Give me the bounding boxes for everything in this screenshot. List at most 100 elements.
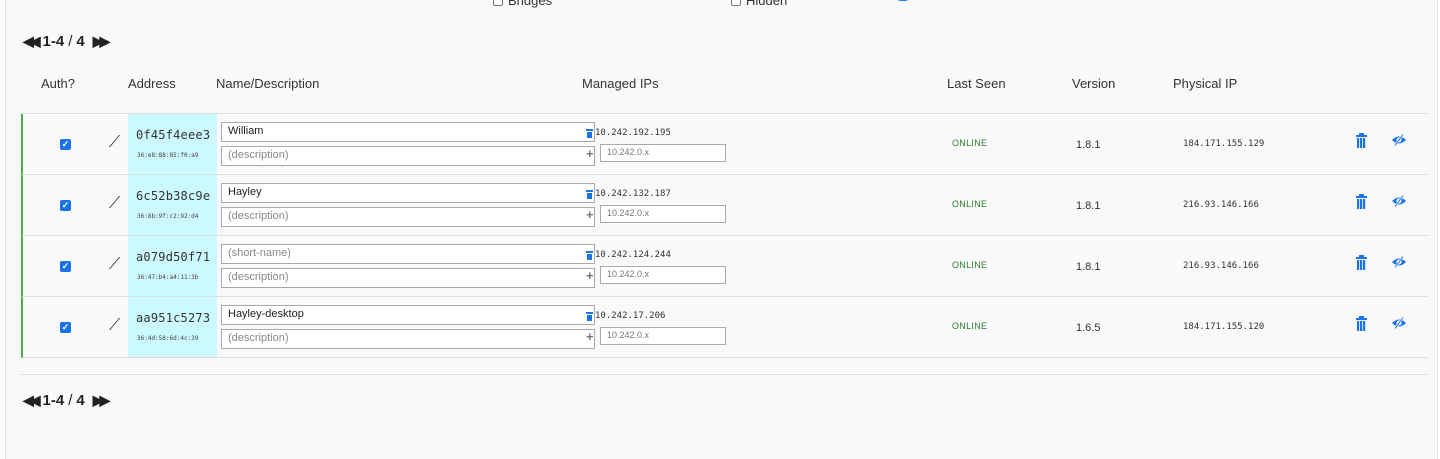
remove-ip-trash-icon[interactable] [586, 189, 593, 199]
member-description-input[interactable]: (description) [221, 329, 595, 349]
mac-address: 36:e8:88:85:f0:a9 [137, 152, 199, 159]
bridges-filter[interactable]: Bridges [493, 0, 552, 8]
member-row: ✓ ⟋ 6c52b38c9e 36:8b:9f:c2:92:d4 Hayley … [21, 175, 1428, 236]
last-seen-status: ONLINE [952, 260, 988, 270]
auth-checkbox[interactable]: ✓ [60, 200, 71, 211]
wrench-icon[interactable]: ⟋ [109, 134, 120, 152]
delete-member-trash-icon[interactable] [1356, 133, 1367, 149]
remove-ip-trash-icon[interactable] [586, 250, 593, 260]
delete-member-trash-icon[interactable] [1356, 255, 1367, 271]
page-total: 4 [76, 392, 85, 409]
hidden-label: Hidden [746, 0, 788, 8]
last-seen-status: ONLINE [952, 321, 988, 331]
member-filters: Bridges Hidden 0 [6, 0, 1437, 8]
column-name[interactable]: Name/Description [216, 76, 319, 91]
remove-ip-trash-icon[interactable] [586, 311, 593, 321]
footer-divider [21, 374, 1428, 375]
member-row: ✓ ⟋ a079d50f71 36:47:b4:a4:11:3b (short-… [21, 236, 1428, 297]
delete-member-trash-icon[interactable] [1356, 316, 1367, 332]
physical-ip: 184.171.155.129 [1183, 139, 1265, 149]
hide-member-eye-slash-icon[interactable] [1391, 256, 1407, 268]
client-version: 1.8.1 [1076, 200, 1101, 212]
member-description-input[interactable]: (description) [221, 268, 595, 288]
auth-checkbox[interactable]: ✓ [60, 261, 71, 272]
address-cell: a079d50f71 36:47:b4:a4:11:3b [128, 236, 217, 296]
node-id: 0f45f4eee3 [136, 128, 211, 142]
next-page-icon[interactable]: ▶▶ [93, 392, 110, 409]
hidden-count-badge: 0 [895, 0, 911, 1]
managed-ip-value: 10.242.132.187 [595, 189, 671, 199]
member-name-input[interactable]: William [221, 122, 595, 142]
member-row: ✓ ⟋ aa951c5273 36:4d:58:6d:4c:39 Hayley-… [21, 297, 1428, 358]
page-separator: / [68, 392, 73, 409]
add-ip-plus-icon[interactable]: + [586, 268, 594, 283]
hidden-filter[interactable]: Hidden [731, 0, 787, 8]
add-ip-input[interactable]: 10.242.0.x [600, 327, 726, 345]
column-physical-ip[interactable]: Physical IP [1173, 76, 1237, 91]
add-ip-input[interactable]: 10.242.0.x [600, 205, 726, 223]
member-description-input[interactable]: (description) [221, 146, 595, 166]
mac-address: 36:8b:9f:c2:92:d4 [137, 213, 199, 220]
member-name-input[interactable]: (short-name) [221, 244, 595, 264]
column-managed-ips[interactable]: Managed IPs [582, 76, 659, 91]
managed-ip: 10.242.192.195 [586, 128, 671, 138]
remove-ip-trash-icon[interactable] [586, 128, 593, 138]
address-cell: aa951c5273 36:4d:58:6d:4c:39 [128, 297, 217, 357]
wrench-icon[interactable]: ⟋ [109, 195, 120, 213]
column-last-seen[interactable]: Last Seen [947, 76, 1006, 91]
client-version: 1.6.5 [1076, 322, 1101, 334]
client-version: 1.8.1 [1076, 139, 1101, 151]
bridges-checkbox[interactable] [493, 0, 503, 6]
column-address[interactable]: Address [128, 76, 176, 91]
prev-page-icon[interactable]: ◀◀ [23, 33, 40, 50]
managed-ip-value: 10.242.17.206 [595, 311, 666, 321]
last-seen-status: ONLINE [952, 138, 988, 148]
page-separator: / [68, 33, 73, 50]
hide-member-eye-slash-icon[interactable] [1391, 134, 1407, 146]
member-name-input[interactable]: Hayley-desktop [221, 305, 595, 325]
add-ip-input[interactable]: 10.242.0.x [600, 144, 726, 162]
next-page-icon[interactable]: ▶▶ [93, 33, 110, 50]
wrench-icon[interactable]: ⟋ [109, 256, 120, 274]
column-version[interactable]: Version [1072, 76, 1115, 91]
hide-member-eye-slash-icon[interactable] [1391, 195, 1407, 207]
member-row: ✓ ⟋ 0f45f4eee3 36:e8:88:85:f0:a9 William… [21, 114, 1428, 175]
add-ip-input[interactable]: 10.242.0.x [600, 266, 726, 284]
add-ip-plus-icon[interactable]: + [586, 329, 594, 344]
physical-ip: 216.93.146.166 [1183, 261, 1259, 271]
last-seen-status: ONLINE [952, 199, 988, 209]
add-ip-plus-icon[interactable]: + [586, 146, 594, 161]
delete-member-trash-icon[interactable] [1356, 194, 1367, 210]
auth-checkbox[interactable]: ✓ [60, 139, 71, 150]
node-id: 6c52b38c9e [136, 189, 211, 203]
physical-ip: 216.93.146.166 [1183, 200, 1259, 210]
page-total: 4 [76, 33, 85, 50]
member-name-input[interactable]: Hayley [221, 183, 595, 203]
hide-member-eye-slash-icon[interactable] [1391, 317, 1407, 329]
bridges-label: Bridges [508, 0, 553, 8]
mac-address: 36:47:b4:a4:11:3b [137, 274, 199, 281]
node-id: a079d50f71 [136, 250, 211, 264]
managed-ip-value: 10.242.192.195 [595, 128, 671, 138]
address-cell: 6c52b38c9e 36:8b:9f:c2:92:d4 [128, 175, 217, 235]
prev-page-icon[interactable]: ◀◀ [23, 392, 40, 409]
wrench-icon[interactable]: ⟋ [109, 317, 120, 335]
members-panel: Bridges Hidden 0 ◀◀ 1-4 / 4 ▶▶ Auth? Add… [5, 0, 1438, 459]
pager-bottom: ◀◀ 1-4 / 4 ▶▶ [23, 392, 110, 409]
hidden-checkbox[interactable] [731, 0, 741, 6]
managed-ip: 10.242.124.244 [586, 250, 671, 260]
page-range: 1-4 [42, 33, 65, 50]
physical-ip: 184.171.155.120 [1183, 322, 1265, 332]
column-auth[interactable]: Auth? [41, 76, 75, 91]
pager-top: ◀◀ 1-4 / 4 ▶▶ [23, 33, 110, 50]
managed-ip: 10.242.17.206 [586, 311, 665, 321]
address-cell: 0f45f4eee3 36:e8:88:85:f0:a9 [128, 114, 217, 174]
mac-address: 36:4d:58:6d:4c:39 [137, 335, 199, 342]
member-description-input[interactable]: (description) [221, 207, 595, 227]
auth-checkbox[interactable]: ✓ [60, 322, 71, 333]
page-range: 1-4 [42, 392, 65, 409]
add-ip-plus-icon[interactable]: + [586, 207, 594, 222]
managed-ip: 10.242.132.187 [586, 189, 671, 199]
node-id: aa951c5273 [136, 311, 211, 325]
client-version: 1.8.1 [1076, 261, 1101, 273]
